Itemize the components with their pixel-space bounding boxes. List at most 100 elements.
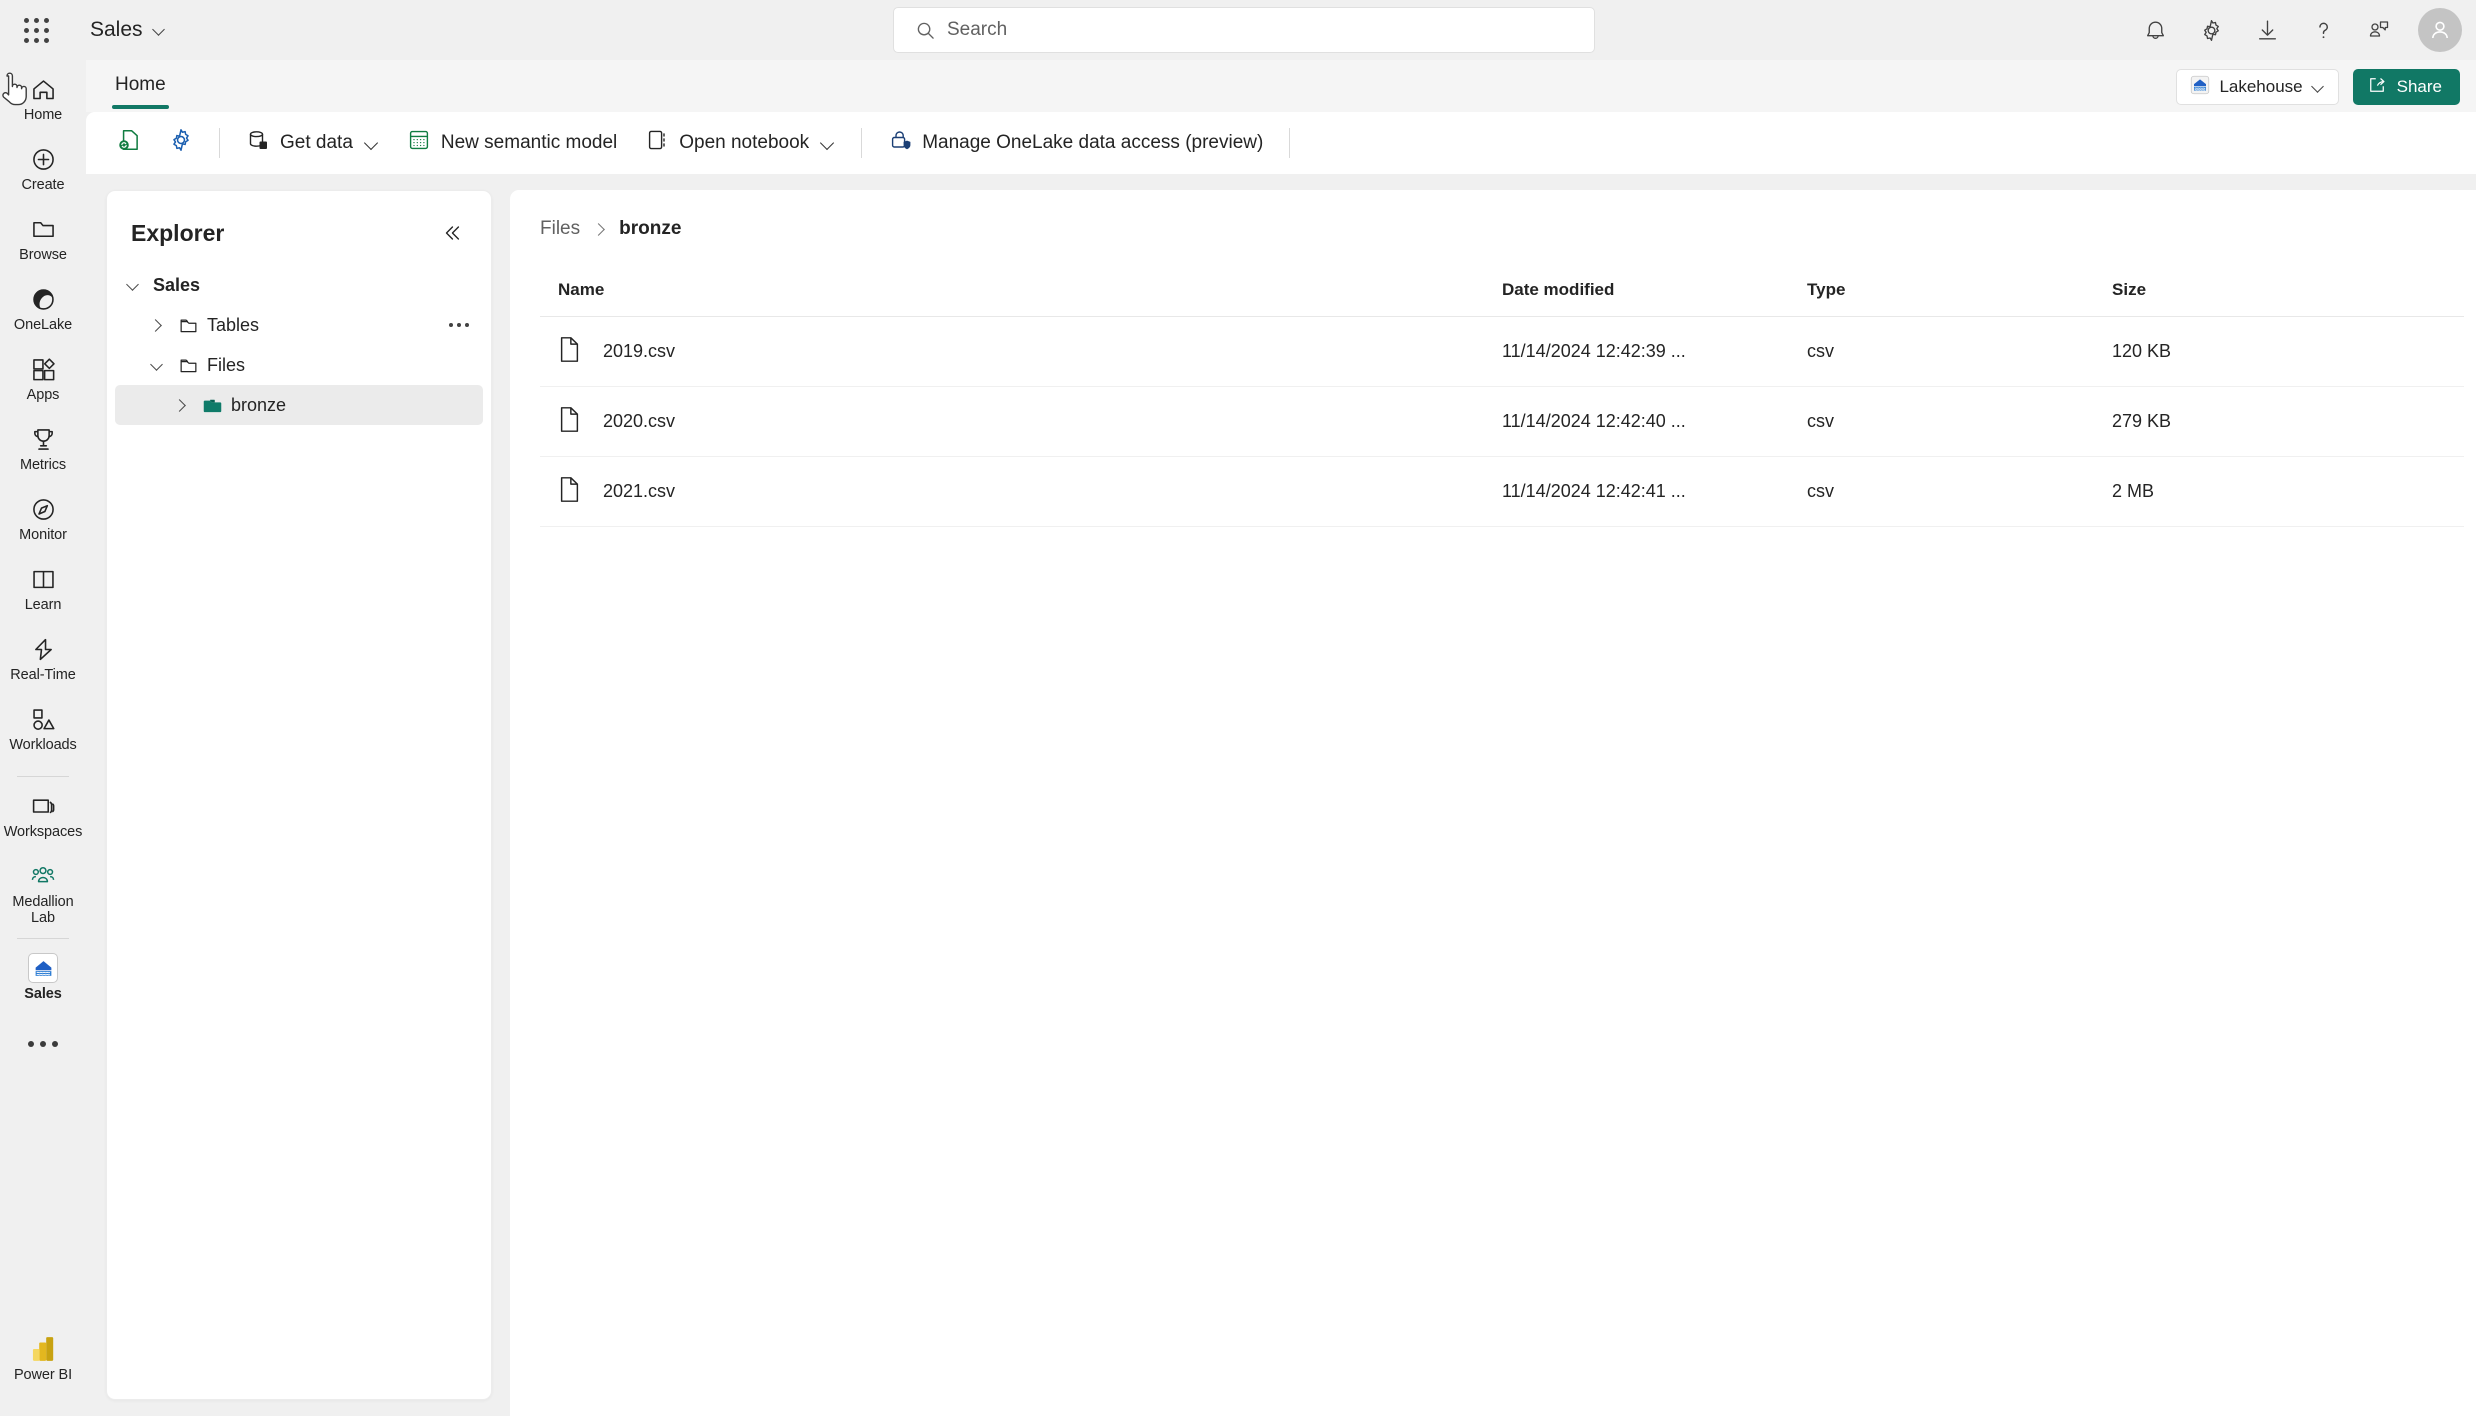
collapse-explorer-button[interactable] xyxy=(435,216,469,250)
sidebar-item-metrics[interactable]: Metrics xyxy=(3,422,83,484)
sidebar-label: Sales xyxy=(24,986,62,1002)
get-data-button[interactable]: Get data xyxy=(233,121,392,165)
search-icon xyxy=(917,22,934,39)
tree-item-tables[interactable]: Tables xyxy=(115,305,483,345)
tab-label: Home xyxy=(115,74,166,95)
rail-divider-2 xyxy=(17,938,69,939)
file-type: csv xyxy=(1807,316,2113,387)
chevron-right-icon[interactable] xyxy=(139,319,173,332)
sidebar-item-power-bi[interactable]: Power BI xyxy=(3,1332,83,1394)
file-date-modified: 11/14/2024 12:42:40 ... xyxy=(1501,386,1807,457)
workloads-icon xyxy=(30,704,57,734)
table-row[interactable]: 2020.csv 11/14/2024 12:42:40 ... csv 279… xyxy=(540,386,2464,457)
file-icon xyxy=(558,336,581,368)
lakehouse-icon xyxy=(2190,75,2210,100)
download-icon[interactable] xyxy=(2246,9,2288,51)
share-button[interactable]: Share xyxy=(2352,69,2460,105)
left-nav-rail: Home Create Browse OneLake Apps Metrics … xyxy=(0,60,86,1416)
rail-divider xyxy=(17,776,69,777)
sidebar-item-onelake[interactable]: OneLake xyxy=(3,282,83,344)
explorer-title: Explorer xyxy=(131,219,225,246)
top-bar-icons xyxy=(2134,0,2462,60)
sidebar-label: OneLake xyxy=(13,317,73,333)
real-time-bolt-icon xyxy=(30,634,57,664)
chevron-down-icon[interactable] xyxy=(115,279,149,292)
sidebar-item-real-time[interactable]: Real-Time xyxy=(3,632,83,694)
table-header-row: Name Date modified Type Size xyxy=(540,280,2464,317)
sidebar-item-sales[interactable]: Sales xyxy=(3,951,83,1013)
main-content-pane: Files bronze Name Date modified Type Siz… xyxy=(510,190,2476,1416)
tab-active-indicator xyxy=(112,105,169,109)
sidebar-label: Medallion Lab xyxy=(12,894,74,926)
share-label: Share xyxy=(2396,77,2442,96)
tree-item-sales[interactable]: Sales xyxy=(115,265,483,305)
file-type: csv xyxy=(1807,386,2113,457)
learn-book-icon xyxy=(30,564,57,594)
open-notebook-button[interactable]: Open notebook xyxy=(632,121,848,165)
notifications-icon[interactable] xyxy=(2134,9,2176,51)
help-icon[interactable] xyxy=(2302,9,2344,51)
sidebar-item-workloads[interactable]: Workloads xyxy=(3,702,83,764)
sidebar-item-create[interactable]: Create xyxy=(3,142,83,204)
file-name: 2021.csv xyxy=(603,481,676,501)
create-plus-icon xyxy=(30,144,57,174)
chevron-right-icon xyxy=(594,224,605,235)
browse-folder-icon xyxy=(30,214,57,244)
sidebar-label: Metrics xyxy=(19,457,67,473)
breadcrumb-files[interactable]: Files xyxy=(540,218,580,240)
tree-item-bronze[interactable]: bronze xyxy=(115,385,483,425)
sidebar-label: Monitor xyxy=(19,527,67,543)
refresh-button[interactable] xyxy=(104,121,154,165)
app-launcher-waffle-icon[interactable] xyxy=(12,6,60,54)
chevron-down-icon xyxy=(153,24,166,37)
refresh-icon xyxy=(116,127,142,159)
settings-gear-icon[interactable] xyxy=(2190,9,2232,51)
tab-home[interactable]: Home xyxy=(112,60,169,112)
new-semantic-model-label: New semantic model xyxy=(440,132,618,153)
workspace-name-button[interactable]: Sales xyxy=(90,18,166,42)
sidebar-item-home[interactable]: Home xyxy=(3,72,83,134)
chevron-double-left-icon xyxy=(445,226,460,240)
home-icon xyxy=(30,74,57,104)
get-data-label: Get data xyxy=(280,132,353,153)
header-buttons: Lakehouse Share xyxy=(2176,69,2460,105)
feedback-icon[interactable] xyxy=(2358,9,2400,51)
workspaces-icon xyxy=(30,791,57,821)
search-input[interactable]: Search xyxy=(893,7,1595,53)
sidebar-item-apps[interactable]: Apps xyxy=(3,352,83,414)
table-row[interactable]: 2019.csv 11/14/2024 12:42:39 ... csv 120… xyxy=(540,316,2464,387)
chevron-right-icon[interactable] xyxy=(163,399,197,412)
item-type-label: Lakehouse xyxy=(2219,77,2303,96)
tree-item-files[interactable]: Files xyxy=(115,345,483,385)
tree-item-label: Sales xyxy=(153,274,201,295)
sidebar-label: Real-Time xyxy=(10,667,76,683)
item-type-lakehouse-button[interactable]: Lakehouse xyxy=(2176,69,2339,105)
sidebar-more-button[interactable] xyxy=(3,1021,83,1067)
sidebar-item-medallion-lab[interactable]: Medallion Lab xyxy=(3,859,83,926)
search-placeholder: Search xyxy=(947,19,1008,40)
ribbon-settings-button[interactable] xyxy=(156,121,206,165)
file-size: 279 KB xyxy=(2112,386,2464,457)
table-row[interactable]: 2021.csv 11/14/2024 12:42:41 ... csv 2 M… xyxy=(540,456,2464,527)
header-tab-strip: Home Lakehouse Share xyxy=(86,60,2476,112)
sidebar-item-learn[interactable]: Learn xyxy=(3,562,83,624)
sidebar-item-browse[interactable]: Browse xyxy=(3,212,83,274)
column-header-size[interactable]: Size xyxy=(2112,280,2464,317)
sidebar-item-monitor[interactable]: Monitor xyxy=(3,492,83,554)
new-semantic-model-button[interactable]: New semantic model xyxy=(394,121,630,165)
power-bi-icon xyxy=(30,1334,57,1364)
file-size: 2 MB xyxy=(2112,456,2464,527)
column-header-type[interactable]: Type xyxy=(1807,280,2113,317)
sidebar-item-workspaces[interactable]: Workspaces xyxy=(3,789,83,851)
tree-item-more-button[interactable] xyxy=(449,323,469,327)
lakehouse-icon xyxy=(28,953,58,983)
column-header-date-modified[interactable]: Date modified xyxy=(1501,280,1807,317)
sidebar-label: Learn xyxy=(24,597,62,613)
folder-outline-icon xyxy=(173,315,203,336)
manage-onelake-data-access-button[interactable]: Manage OneLake data access (preview) xyxy=(875,121,1276,165)
column-header-name[interactable]: Name xyxy=(540,280,1502,317)
avatar[interactable] xyxy=(2418,8,2462,52)
notebook-icon xyxy=(645,128,669,158)
folder-filled-icon xyxy=(197,395,227,416)
chevron-down-icon[interactable] xyxy=(139,359,173,372)
